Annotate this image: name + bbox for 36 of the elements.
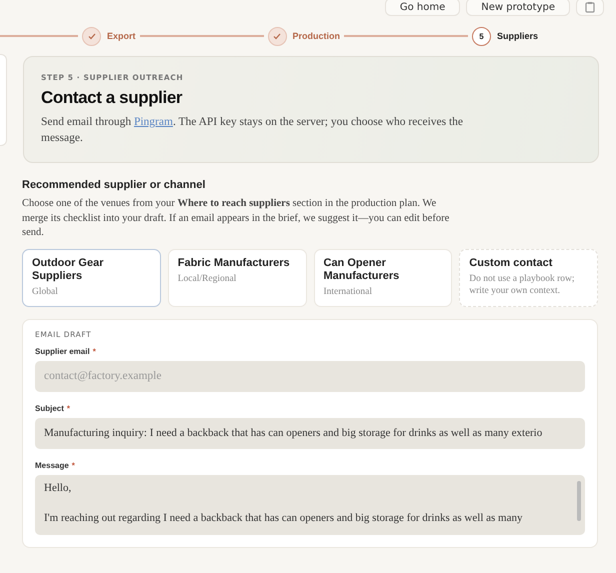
section-title: Recommended supplier or channel xyxy=(22,179,206,191)
clipboard-icon xyxy=(585,1,595,13)
clipboard-button[interactable] xyxy=(576,0,604,16)
intro-text: Send email through Pingram. The API key stays on the server; you choose who receives the message. xyxy=(41,115,464,146)
field-label: Message xyxy=(35,460,69,470)
venue-scope: International xyxy=(324,286,374,298)
required-mark: * xyxy=(66,404,70,412)
scrollbar[interactable] xyxy=(577,480,581,520)
section-description: Choose one of the venues from your Where to reach suppliers section in the production plan. We merge its checklist into your draft. If an email appears in the brief, we suggest it—you can edit before send. xyxy=(22,197,450,240)
field-label: Supplier email xyxy=(35,346,90,356)
field-label: Subject xyxy=(35,404,64,412)
venue-name: Can Opener Manufacturers xyxy=(324,256,400,282)
venue-scope: Do not use a playbook row; write your own context. xyxy=(469,272,576,296)
venue-option[interactable]: Can Opener Manufacturers International xyxy=(314,248,452,306)
venue-option[interactable]: Fabric Manufacturers Local/Regional xyxy=(168,248,306,306)
check-icon xyxy=(273,32,281,40)
input-field[interactable]: contact@factory.example xyxy=(35,360,585,392)
venue-name: Outdoor Gear Suppliers xyxy=(32,256,105,282)
required-mark: * xyxy=(92,346,96,356)
header-button[interactable]: Go home xyxy=(384,0,460,16)
input-field[interactable]: Manufacturing inquiry: I need a backback that has can openers and big storage for drinks as well as many exterio xyxy=(35,418,585,448)
venue-scope: Global xyxy=(32,286,59,298)
check-icon xyxy=(88,32,96,40)
venue-scope: Local/Regional xyxy=(178,272,238,284)
venue-option[interactable]: Custom contact Do not use a playbook row; write your own context. xyxy=(459,248,598,306)
venue-option[interactable]: Outdoor Gear Suppliers Global xyxy=(22,248,161,306)
step-label[interactable]: Export xyxy=(107,31,136,41)
venue-name: Fabric Manufacturers xyxy=(178,256,291,270)
header-button[interactable]: New prototype xyxy=(466,0,570,16)
step-label[interactable]: Production xyxy=(292,31,340,41)
step-number: 5 xyxy=(479,32,484,40)
required-mark: * xyxy=(72,460,75,470)
page-title: Contact a supplier xyxy=(41,88,184,108)
venue-name: Custom contact xyxy=(469,256,554,270)
step-label[interactable]: Suppliers xyxy=(496,31,538,41)
message-field[interactable]: Hello, I'm reaching out regarding I need a backback that has can openers and big storage for drinks as well as many xyxy=(35,474,585,534)
